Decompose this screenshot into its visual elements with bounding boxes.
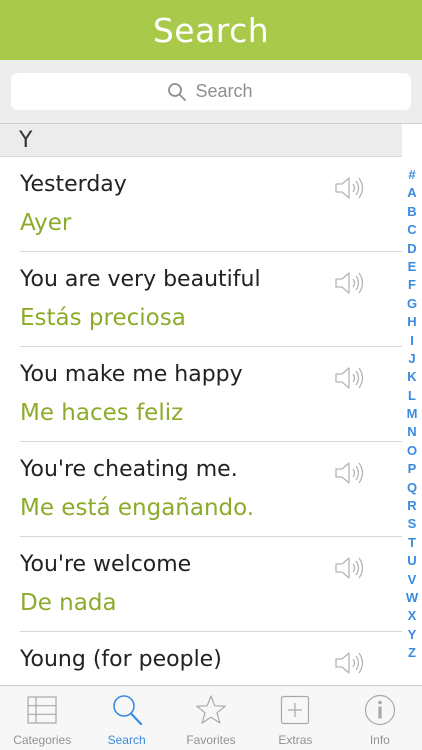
index-letter[interactable]: W <box>402 589 422 607</box>
tab-label: Categories <box>13 733 72 747</box>
index-letter[interactable]: M <box>402 405 422 423</box>
list-item[interactable]: Yesterday Ayer <box>0 157 402 252</box>
tab-categories[interactable]: Categories <box>0 686 84 750</box>
tab-label: Info <box>369 733 390 747</box>
tab-bar: Categories Search Favorites Extras Info <box>0 685 422 750</box>
index-letter[interactable]: B <box>402 203 422 221</box>
index-letter[interactable]: V <box>402 571 422 589</box>
search-icon <box>167 82 186 101</box>
search-field[interactable] <box>11 73 411 110</box>
index-letter[interactable]: Q <box>402 479 422 497</box>
list-item[interactable]: Young (for people) <box>0 632 402 685</box>
phrase-english: You're welcome <box>20 552 192 577</box>
list-item[interactable]: You're cheating me. Me está engañando. <box>0 442 402 537</box>
tab-label: Search <box>107 733 146 747</box>
index-letter[interactable]: O <box>402 442 422 460</box>
index-letter[interactable]: T <box>402 534 422 552</box>
index-letter[interactable]: L <box>402 387 422 405</box>
speaker-icon[interactable] <box>334 460 364 486</box>
index-letter[interactable]: N <box>402 423 422 441</box>
index-letter[interactable]: # <box>402 166 422 184</box>
phrase-english: Young (for people) <box>20 647 222 672</box>
nav-header: Search <box>0 0 422 60</box>
index-letter[interactable]: U <box>402 552 422 570</box>
section-letter: Y <box>19 127 33 153</box>
index-letter[interactable]: S <box>402 515 422 533</box>
index-letter[interactable]: Z <box>402 644 422 662</box>
phrase-english: You make me happy <box>20 362 243 387</box>
phrase-spanish: Ayer <box>20 210 72 236</box>
index-letter[interactable]: I <box>402 332 422 350</box>
index-letter[interactable]: X <box>402 607 422 625</box>
list-item[interactable]: You make me happy Me haces feliz <box>0 347 402 442</box>
index-letter[interactable]: R <box>402 497 422 515</box>
phrase-spanish: Me haces feliz <box>20 400 184 426</box>
list-item[interactable]: You are very beautiful Estás preciosa <box>0 252 402 347</box>
index-letter[interactable]: P <box>402 460 422 478</box>
tab-favorites[interactable]: Favorites <box>169 686 253 750</box>
index-letter[interactable]: Y <box>402 626 422 644</box>
phrase-list[interactable]: Yesterday Ayer You are very beautiful Es… <box>0 157 402 685</box>
speaker-icon[interactable] <box>334 365 364 391</box>
index-letter[interactable]: J <box>402 350 422 368</box>
phrase-english: Yesterday <box>20 172 127 197</box>
search-bar <box>0 60 422 124</box>
info-icon <box>364 694 395 726</box>
tab-label: Favorites <box>186 733 236 747</box>
phrase-spanish: Me está engañando. <box>20 495 255 521</box>
list-item[interactable]: You're welcome De nada <box>0 537 402 632</box>
tab-info[interactable]: Info <box>338 686 422 750</box>
tab-label: Extras <box>278 733 313 747</box>
tab-search[interactable]: Search <box>84 686 168 750</box>
phrase-english: You are very beautiful <box>20 267 261 292</box>
speaker-icon[interactable] <box>334 175 364 201</box>
speaker-icon[interactable] <box>334 650 364 676</box>
phrase-spanish: Estás preciosa <box>20 305 186 331</box>
search-input[interactable] <box>195 81 256 102</box>
tab-extras[interactable]: Extras <box>253 686 337 750</box>
phrase-english: You're cheating me. <box>20 457 238 482</box>
index-letter[interactable]: E <box>402 258 422 276</box>
index-letter[interactable]: D <box>402 240 422 258</box>
phrase-spanish: De nada <box>20 590 117 616</box>
page-title: Search <box>152 10 270 50</box>
index-letter[interactable]: G <box>402 295 422 313</box>
alphabet-index[interactable]: # A B C D E F G H I J K L M N O P Q R S … <box>402 166 422 663</box>
speaker-icon[interactable] <box>334 555 364 581</box>
plus-icon <box>281 695 310 725</box>
index-letter[interactable]: K <box>402 368 422 386</box>
star-icon <box>196 695 226 724</box>
index-letter[interactable]: F <box>402 276 422 294</box>
search-icon <box>112 695 142 726</box>
index-letter[interactable]: H <box>402 313 422 331</box>
speaker-icon[interactable] <box>334 270 364 296</box>
section-header: Y <box>0 124 402 157</box>
index-letter[interactable]: A <box>402 184 422 202</box>
list-icon <box>27 696 57 724</box>
index-letter[interactable]: C <box>402 221 422 239</box>
